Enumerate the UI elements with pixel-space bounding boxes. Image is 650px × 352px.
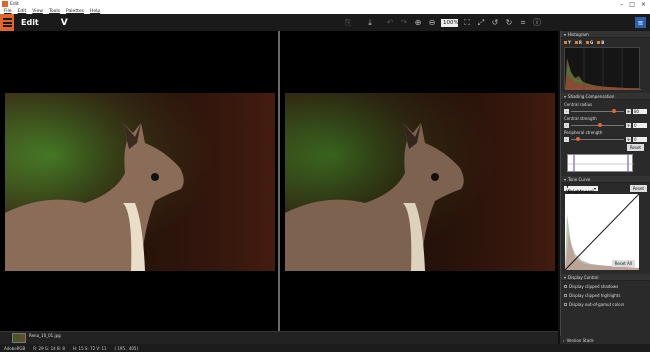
channel-b[interactable]: B xyxy=(597,40,604,45)
display-control-title: Display Control xyxy=(568,274,599,280)
shading-preview xyxy=(567,154,634,173)
coord-readout: ( 195 , 405) xyxy=(114,345,139,351)
rotate-left-icon[interactable]: ↺ xyxy=(488,18,502,27)
central-radius-control: - + 80 xyxy=(561,108,650,115)
peripheral-strength-slider[interactable] xyxy=(571,137,624,142)
decrease-button[interactable]: - xyxy=(564,109,569,114)
undo-icon[interactable]: ↶ xyxy=(383,18,397,27)
panel-toggle-icon[interactable]: ≡ xyxy=(635,17,646,28)
menu-palettes[interactable]: Palettes xyxy=(66,9,84,14)
title-bar: Edit – □ × xyxy=(0,0,650,8)
peripheral-strength-control: - + 0 xyxy=(561,136,650,143)
menu-file[interactable]: File xyxy=(4,9,12,14)
display-control-header[interactable]: ▾ Display Control xyxy=(561,274,650,281)
toolbar: Edit V ⎘ ⤓ ↶ ↷ ⊕ ⊖ 100% ⛶ ⤢ ↺ ↻ ⌗ ⓘ ≡ xyxy=(0,14,650,31)
tone-curve-channel-select[interactable]: Y (Brightness) ▾ xyxy=(564,184,598,194)
channel-r[interactable]: R xyxy=(574,40,582,45)
zoom-level[interactable]: 100% xyxy=(441,18,459,27)
out-of-gamut-option[interactable]: Display out-of-gamut colors xyxy=(561,299,650,308)
peripheral-strength-label: Peripheral strength xyxy=(564,130,603,135)
central-radius-value[interactable]: 80 xyxy=(633,109,647,114)
chevron-down-icon: ▾ xyxy=(594,186,597,191)
mode-title: Edit xyxy=(21,18,39,27)
redo-icon[interactable]: ↷ xyxy=(397,18,411,27)
status-bar: AdobeRGB R: 29 G: 14 B: 8 H: 15 S: 72 V:… xyxy=(0,344,650,352)
compare-icon[interactable]: ⎘ xyxy=(341,18,355,28)
crop-icon[interactable]: ⌗ xyxy=(516,18,530,28)
menu-edit[interactable]: Edit xyxy=(18,9,27,14)
tone-curve-graph[interactable]: Reset All xyxy=(564,193,640,271)
increase-button[interactable]: + xyxy=(626,137,631,142)
decrease-button[interactable]: - xyxy=(564,123,569,128)
fit-icon[interactable]: ⛶ xyxy=(460,18,474,28)
histogram-graph xyxy=(564,47,641,90)
shading-title: Shading Compensation xyxy=(568,93,615,99)
split-divider[interactable] xyxy=(278,31,280,331)
rgb-readout: R: 29 G: 14 B: 8 xyxy=(33,345,65,351)
thumbnail-filename: Rena_10_01.jpg xyxy=(29,333,61,338)
app-logo[interactable] xyxy=(0,14,14,31)
chevron-down-icon: ▾ xyxy=(564,31,567,37)
fullscreen-icon[interactable]: ⤢ xyxy=(474,18,488,28)
chevron-down-icon: ▾ xyxy=(564,274,567,280)
v-logo-icon: V xyxy=(60,17,68,28)
chevron-down-icon: ▾ xyxy=(564,93,567,99)
histogram-channels: Y R G B xyxy=(561,38,650,47)
close-icon[interactable]: × xyxy=(641,1,646,8)
checkbox[interactable] xyxy=(564,303,567,306)
menu-tools[interactable]: Tools xyxy=(49,9,60,14)
checkbox[interactable] xyxy=(564,285,567,288)
clipped-shadows-option[interactable]: Display clipped shadows xyxy=(561,281,650,290)
histogram-header[interactable]: ▾ Histogram xyxy=(561,31,650,38)
channel-y[interactable]: Y xyxy=(564,40,571,45)
menu-help[interactable]: Help xyxy=(90,9,100,14)
chevron-right-icon: › xyxy=(563,337,565,343)
checkbox[interactable] xyxy=(564,294,567,297)
colorspace: AdobeRGB xyxy=(4,345,26,351)
image-before[interactable] xyxy=(5,93,275,271)
hsv-readout: H: 15 S: 72 V: 11 xyxy=(72,345,107,351)
reset-all-button[interactable]: Reset All xyxy=(611,260,635,267)
image-viewer xyxy=(0,31,558,331)
adjustments-panel: ▾ Histogram Y R G B ▾ Shading Compensati… xyxy=(560,31,650,336)
save-icon[interactable]: ⤓ xyxy=(363,18,377,28)
central-strength-slider[interactable] xyxy=(571,123,624,128)
rotate-right-icon[interactable]: ↻ xyxy=(502,18,516,27)
increase-button[interactable]: + xyxy=(626,109,631,114)
maximize-icon[interactable]: □ xyxy=(629,1,635,8)
menu-view[interactable]: View xyxy=(32,9,43,14)
channel-g[interactable]: G xyxy=(586,40,593,45)
clipped-highlights-option[interactable]: Display clipped highlights xyxy=(561,290,650,299)
tone-curve-title: Tone Curve xyxy=(568,176,591,182)
increase-button[interactable]: + xyxy=(626,123,631,128)
minimize-icon[interactable]: – xyxy=(620,1,623,8)
histogram-title: Histogram xyxy=(568,31,589,37)
version-stack-title: Version Stack xyxy=(566,337,594,343)
zoom-out-icon[interactable]: ⊖ xyxy=(425,18,439,27)
thumbnail[interactable] xyxy=(12,333,26,343)
shading-reset-button[interactable]: Reset xyxy=(626,144,644,151)
window-title: Edit xyxy=(10,1,19,7)
central-radius-slider[interactable] xyxy=(571,109,624,114)
central-radius-label: Central radius xyxy=(564,102,593,107)
app-icon xyxy=(2,1,8,7)
decrease-button[interactable]: - xyxy=(564,137,569,142)
tone-curve-header[interactable]: ▾ Tone Curve xyxy=(561,176,650,183)
info-icon[interactable]: ⓘ xyxy=(530,17,544,28)
central-strength-label: Central strength xyxy=(564,116,597,121)
peripheral-strength-value[interactable]: 0 xyxy=(633,137,647,142)
zoom-in-icon[interactable]: ⊕ xyxy=(411,18,425,27)
shading-header[interactable]: ▾ Shading Compensation xyxy=(561,93,650,100)
version-stack-header[interactable]: › Version Stack xyxy=(560,336,650,344)
filmstrip: Rena_10_01.jpg xyxy=(0,331,558,344)
central-strength-value[interactable]: 0 xyxy=(633,123,647,128)
tone-curve-reset-button[interactable]: Reset xyxy=(629,185,647,192)
central-strength-control: - + 0 xyxy=(561,122,650,129)
image-after[interactable] xyxy=(285,93,555,271)
chevron-down-icon: ▾ xyxy=(564,176,567,182)
